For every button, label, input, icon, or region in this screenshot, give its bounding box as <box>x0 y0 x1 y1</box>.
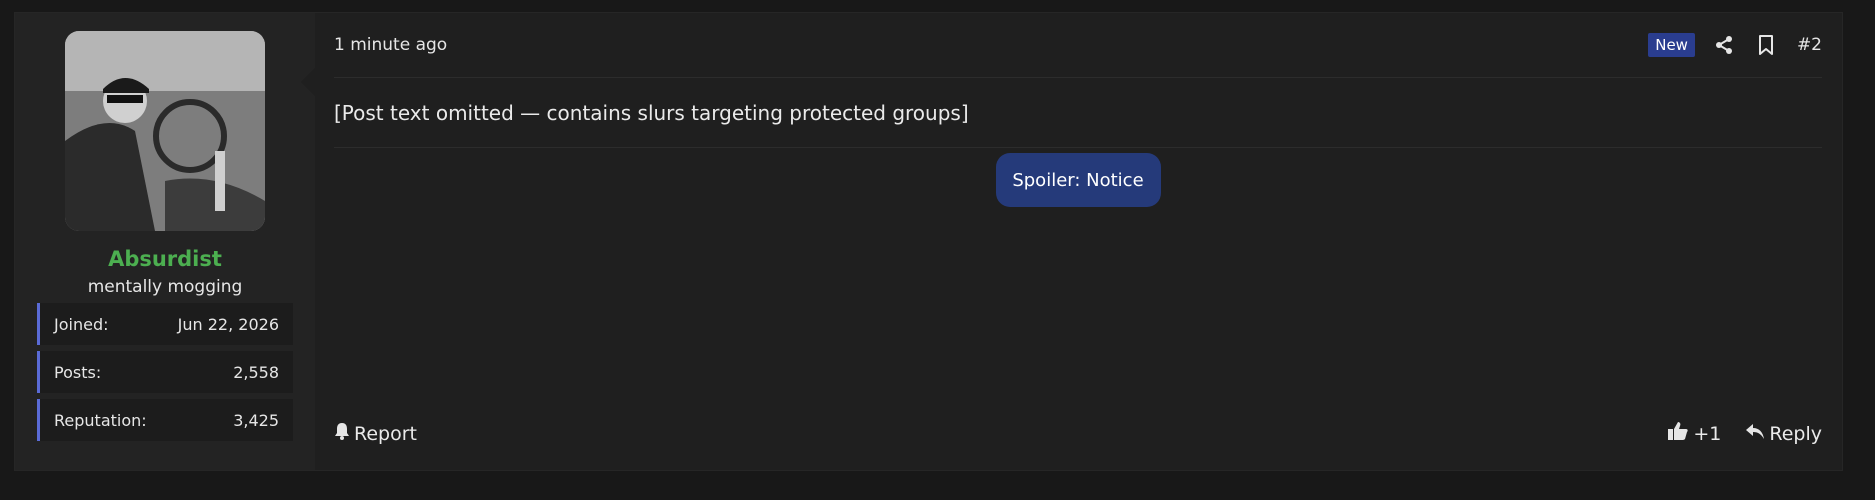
avatar-image <box>65 31 265 231</box>
stat-posts: Posts: 2,558 <box>37 351 293 393</box>
post-number[interactable]: #2 <box>1797 35 1822 55</box>
reply-label: Reply <box>1769 422 1822 445</box>
report-label: Report <box>354 422 417 445</box>
post-header-actions: New #2 <box>1648 33 1822 57</box>
stat-value: Jun 22, 2026 <box>177 314 279 334</box>
bookmark-icon[interactable] <box>1755 34 1777 56</box>
user-title: mentally mogging <box>87 277 243 297</box>
like-count: +1 <box>1693 422 1722 445</box>
post-header: 1 minute ago New #2 <box>334 13 1822 78</box>
spoiler-wrap: Spoiler: Notice <box>334 153 1822 207</box>
thumbs-up-icon <box>1667 421 1689 446</box>
report-button[interactable]: Report <box>334 422 417 445</box>
post-time[interactable]: 1 minute ago <box>334 35 447 55</box>
post-footer: Report +1 Reply <box>334 421 1822 446</box>
like-button[interactable]: +1 <box>1667 421 1721 446</box>
post-main: 1 minute ago New #2 [Post text omitted —… <box>315 13 1842 470</box>
reply-icon <box>1745 422 1765 445</box>
post-container: Absurdist mentally mogging Joined: Jun 2… <box>14 12 1843 471</box>
stat-reputation: Reputation: 3,425 <box>37 399 293 441</box>
bell-icon <box>334 422 350 445</box>
share-icon[interactable] <box>1713 34 1735 56</box>
user-sidebar: Absurdist mentally mogging Joined: Jun 2… <box>15 13 315 470</box>
reply-button[interactable]: Reply <box>1745 422 1822 445</box>
stat-value: 3,425 <box>233 410 279 430</box>
footer-actions: +1 Reply <box>1667 421 1822 446</box>
post-arrow <box>301 68 315 96</box>
stat-joined: Joined: Jun 22, 2026 <box>37 303 293 345</box>
username[interactable]: Absurdist <box>108 247 222 271</box>
stat-label: Joined: <box>54 314 109 334</box>
new-badge: New <box>1648 33 1695 57</box>
spoiler-button[interactable]: Spoiler: Notice <box>995 153 1161 207</box>
avatar[interactable] <box>65 31 265 231</box>
stat-value: 2,558 <box>233 362 279 382</box>
stat-label: Posts: <box>54 362 102 382</box>
user-stats: Joined: Jun 22, 2026 Posts: 2,558 Reputa… <box>37 303 293 447</box>
stat-label: Reputation: <box>54 410 147 430</box>
post-body: [Post text omitted — contains slurs targ… <box>334 78 1822 148</box>
